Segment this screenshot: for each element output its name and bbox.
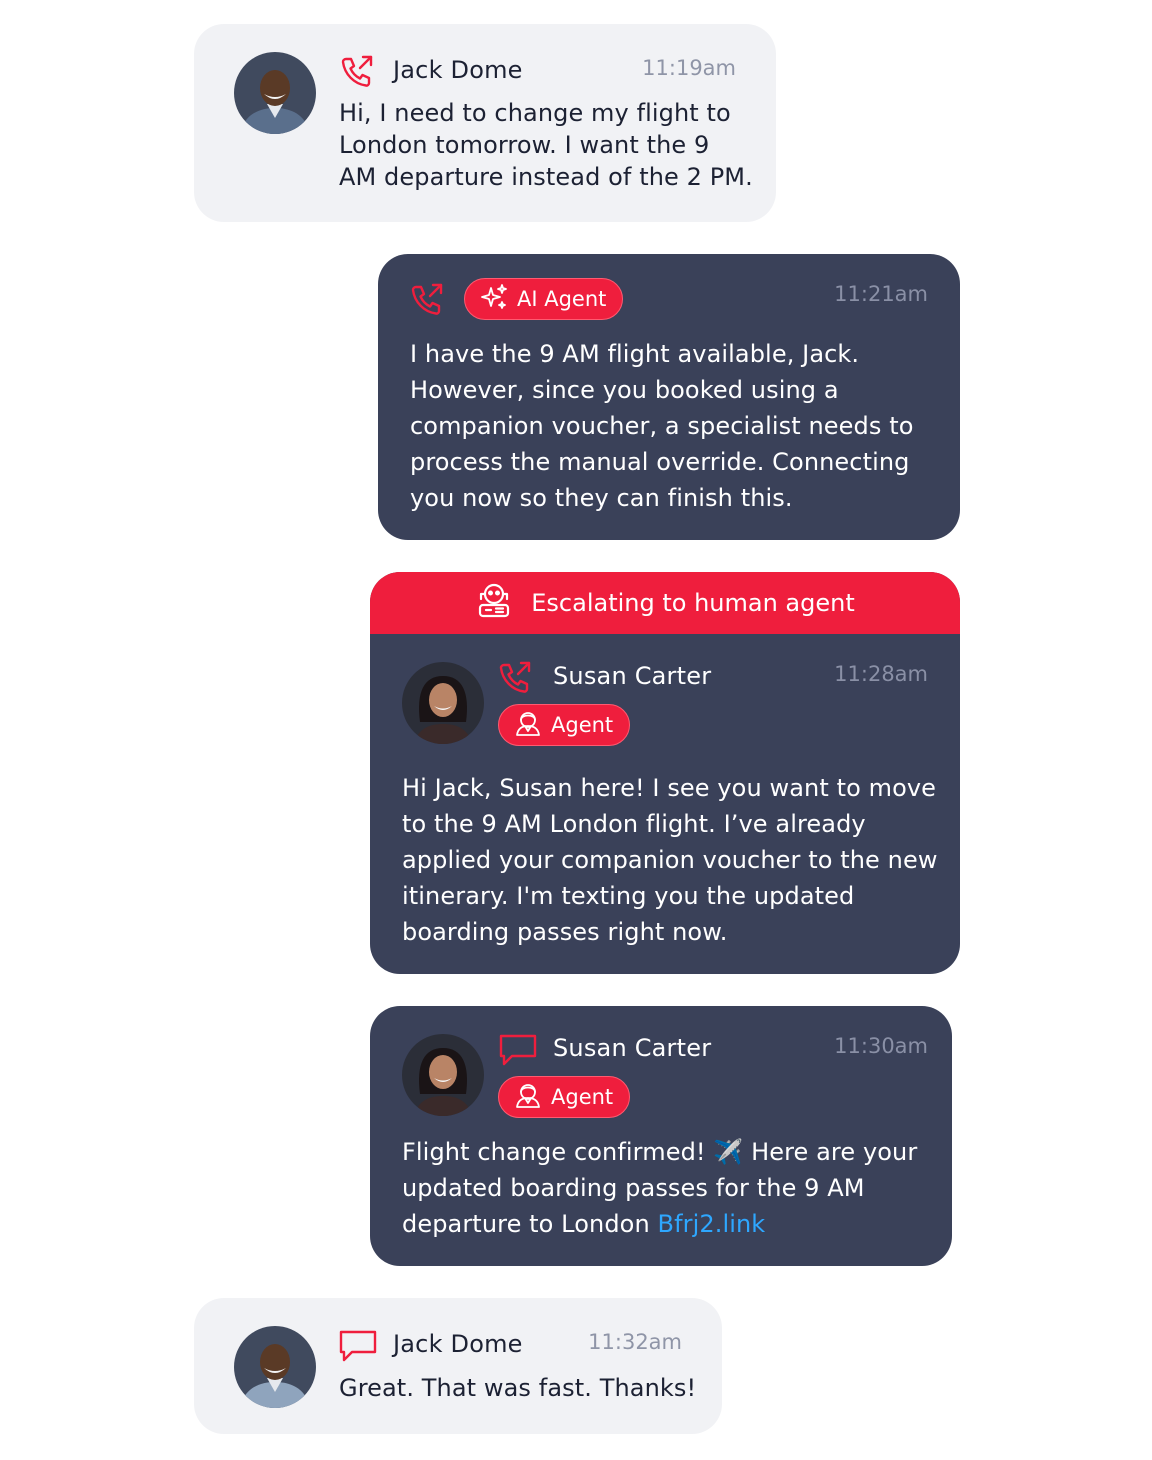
message-card-human-agent-escalation: Escalating to human agent Susan Carter 1…: [370, 572, 960, 974]
message-card-customer: Jack Dome 11:32am Great. That was fast. …: [194, 1298, 722, 1434]
avatar-jack-dome: [234, 1326, 316, 1408]
phone-outgoing-icon: [338, 52, 376, 94]
phone-outgoing-icon: [496, 658, 534, 700]
robot-icon: [475, 581, 513, 625]
sparkle-icon: [479, 282, 509, 317]
agent-badge-label: Agent: [551, 1085, 614, 1109]
ai-agent-badge-label: AI Agent: [517, 287, 607, 311]
agent-badge: Agent: [498, 704, 631, 746]
message-time: 11:19am: [642, 56, 736, 80]
escalation-banner-text: Escalating to human agent: [531, 589, 855, 617]
agent-badge: Agent: [498, 1076, 631, 1118]
agent-icon: [513, 708, 543, 743]
avatar-susan-carter: [402, 662, 484, 744]
message-text: Hi, I need to change my flight to London…: [339, 99, 753, 191]
message-text: I have the 9 AM flight available, Jack. …: [410, 340, 914, 512]
message-time: 11:28am: [834, 662, 928, 686]
ai-agent-badge: AI Agent: [464, 278, 624, 320]
sender-name: Susan Carter: [553, 1034, 712, 1062]
avatar-jack-dome: [234, 52, 316, 134]
chat-bubble-icon: [338, 1328, 378, 1368]
message-text: Hi Jack, Susan here! I see you want to m…: [402, 774, 938, 946]
message-time: 11:21am: [834, 282, 928, 306]
message-card-human-agent: Susan Carter 11:30am Agent Flight change…: [370, 1006, 952, 1266]
message-text: Flight change confirmed! ✈️ Here are you…: [402, 1138, 918, 1238]
sender-name: Susan Carter: [553, 662, 712, 690]
escalation-banner: Escalating to human agent: [370, 572, 960, 634]
sender-name: Jack Dome: [393, 1330, 523, 1358]
agent-icon: [513, 1080, 543, 1115]
boarding-pass-link[interactable]: Bfrj2.link: [658, 1210, 766, 1238]
message-card-customer: Jack Dome 11:19am Hi, I need to change m…: [194, 24, 776, 222]
sender-name: Jack Dome: [393, 56, 523, 84]
agent-badge-label: Agent: [551, 713, 614, 737]
chat-bubble-icon: [498, 1032, 538, 1072]
message-time: 11:32am: [588, 1330, 682, 1354]
phone-outgoing-icon: [408, 280, 446, 322]
avatar-susan-carter: [402, 1034, 484, 1116]
message-time: 11:30am: [834, 1034, 928, 1058]
message-card-ai-agent: AI Agent 11:21am I have the 9 AM flight …: [378, 254, 960, 540]
message-text: Great. That was fast. Thanks!: [339, 1374, 697, 1402]
